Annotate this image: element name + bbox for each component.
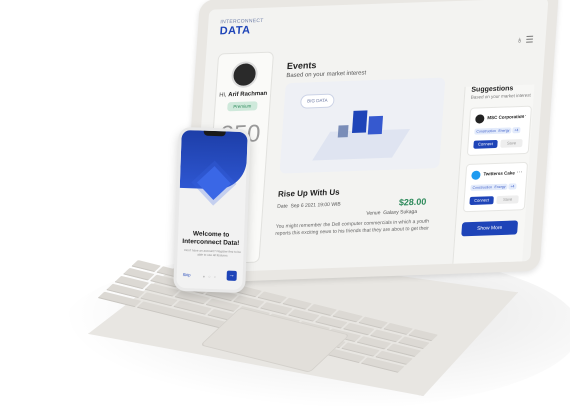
save-button[interactable]: Save xyxy=(500,139,523,148)
show-more-button[interactable]: Show More xyxy=(461,220,519,237)
data-cube-icon xyxy=(196,166,231,201)
profile-name: Arif Rachman xyxy=(228,90,268,99)
tag: +4 xyxy=(512,127,521,134)
top-icons: ♁ ☰ xyxy=(516,34,534,46)
tag: Construction xyxy=(470,184,495,191)
event-description: You might remember the Dell computer com… xyxy=(275,218,430,237)
event-price: $28.00 xyxy=(398,196,427,208)
menu-icon[interactable]: ☰ xyxy=(525,34,534,44)
tag: Energy xyxy=(492,183,508,191)
server-icon xyxy=(351,110,368,133)
save-button[interactable]: Save xyxy=(496,195,519,205)
premium-badge: Premium xyxy=(227,101,258,112)
more-icon[interactable]: … xyxy=(516,168,522,174)
greeting-text: Hi, xyxy=(219,92,227,99)
pager-dots: ● ○ ○ xyxy=(202,273,218,280)
connect-button[interactable]: Connect xyxy=(469,196,494,206)
logo-text: DATA xyxy=(219,24,251,38)
twitter-icon xyxy=(471,170,481,180)
stage: INTERCONNECT DATA ♁ ☰ Hi, Arif Rachman P… xyxy=(0,0,570,406)
company-name[interactable]: MSC Corporation xyxy=(487,114,524,120)
event-title[interactable]: Rise Up With Us xyxy=(278,188,340,199)
person-icon xyxy=(337,125,349,138)
event-venue: Venue Galaxy Sukaga xyxy=(366,208,418,217)
profile-greeting: Hi, Arif Rachman xyxy=(216,91,270,99)
tag: Construction xyxy=(474,127,499,135)
suggestions-subtitle: Based on your market interest xyxy=(470,92,531,100)
server-icon xyxy=(367,115,384,135)
welcome-description: Don't have an account? Register first to… xyxy=(184,248,241,258)
welcome-title: Welcome to Interconnect Data! xyxy=(182,230,240,247)
connect-button[interactable]: Connect xyxy=(473,139,498,149)
cloud-icon: BIG DATA xyxy=(299,93,335,109)
bell-icon[interactable]: ♁ xyxy=(516,35,523,45)
tag: Energy xyxy=(496,127,512,134)
avatar[interactable] xyxy=(230,61,259,89)
skip-link[interactable]: Skip xyxy=(183,272,191,277)
phone-notch xyxy=(203,130,226,137)
event-illustration[interactable]: BIG DATA xyxy=(279,77,446,174)
company-name[interactable]: Twitterss Cake xyxy=(483,170,515,176)
phone-hero xyxy=(179,129,248,201)
suggestions-panel: Suggestions Based on your market interes… xyxy=(451,84,535,273)
arrow-right-icon[interactable]: → xyxy=(226,270,237,281)
event-date: Date Sep 6 2021 19:00 WIB xyxy=(276,201,341,210)
suggestion-card: Twitterss Cake … Construction Energy +4 … xyxy=(462,161,529,213)
more-icon[interactable]: … xyxy=(520,112,526,118)
suggestion-card: MSC Corporation … Construction Energy +4… xyxy=(466,105,533,157)
phone: Welcome to Interconnect Data! Don't have… xyxy=(173,126,251,294)
events-section: Events Based on your market interest BIG… xyxy=(271,55,457,273)
company-logo-icon xyxy=(475,114,485,124)
brand-logo[interactable]: INTERCONNECT DATA xyxy=(219,18,263,38)
tag: +4 xyxy=(508,183,517,190)
iso-plate xyxy=(312,128,411,161)
